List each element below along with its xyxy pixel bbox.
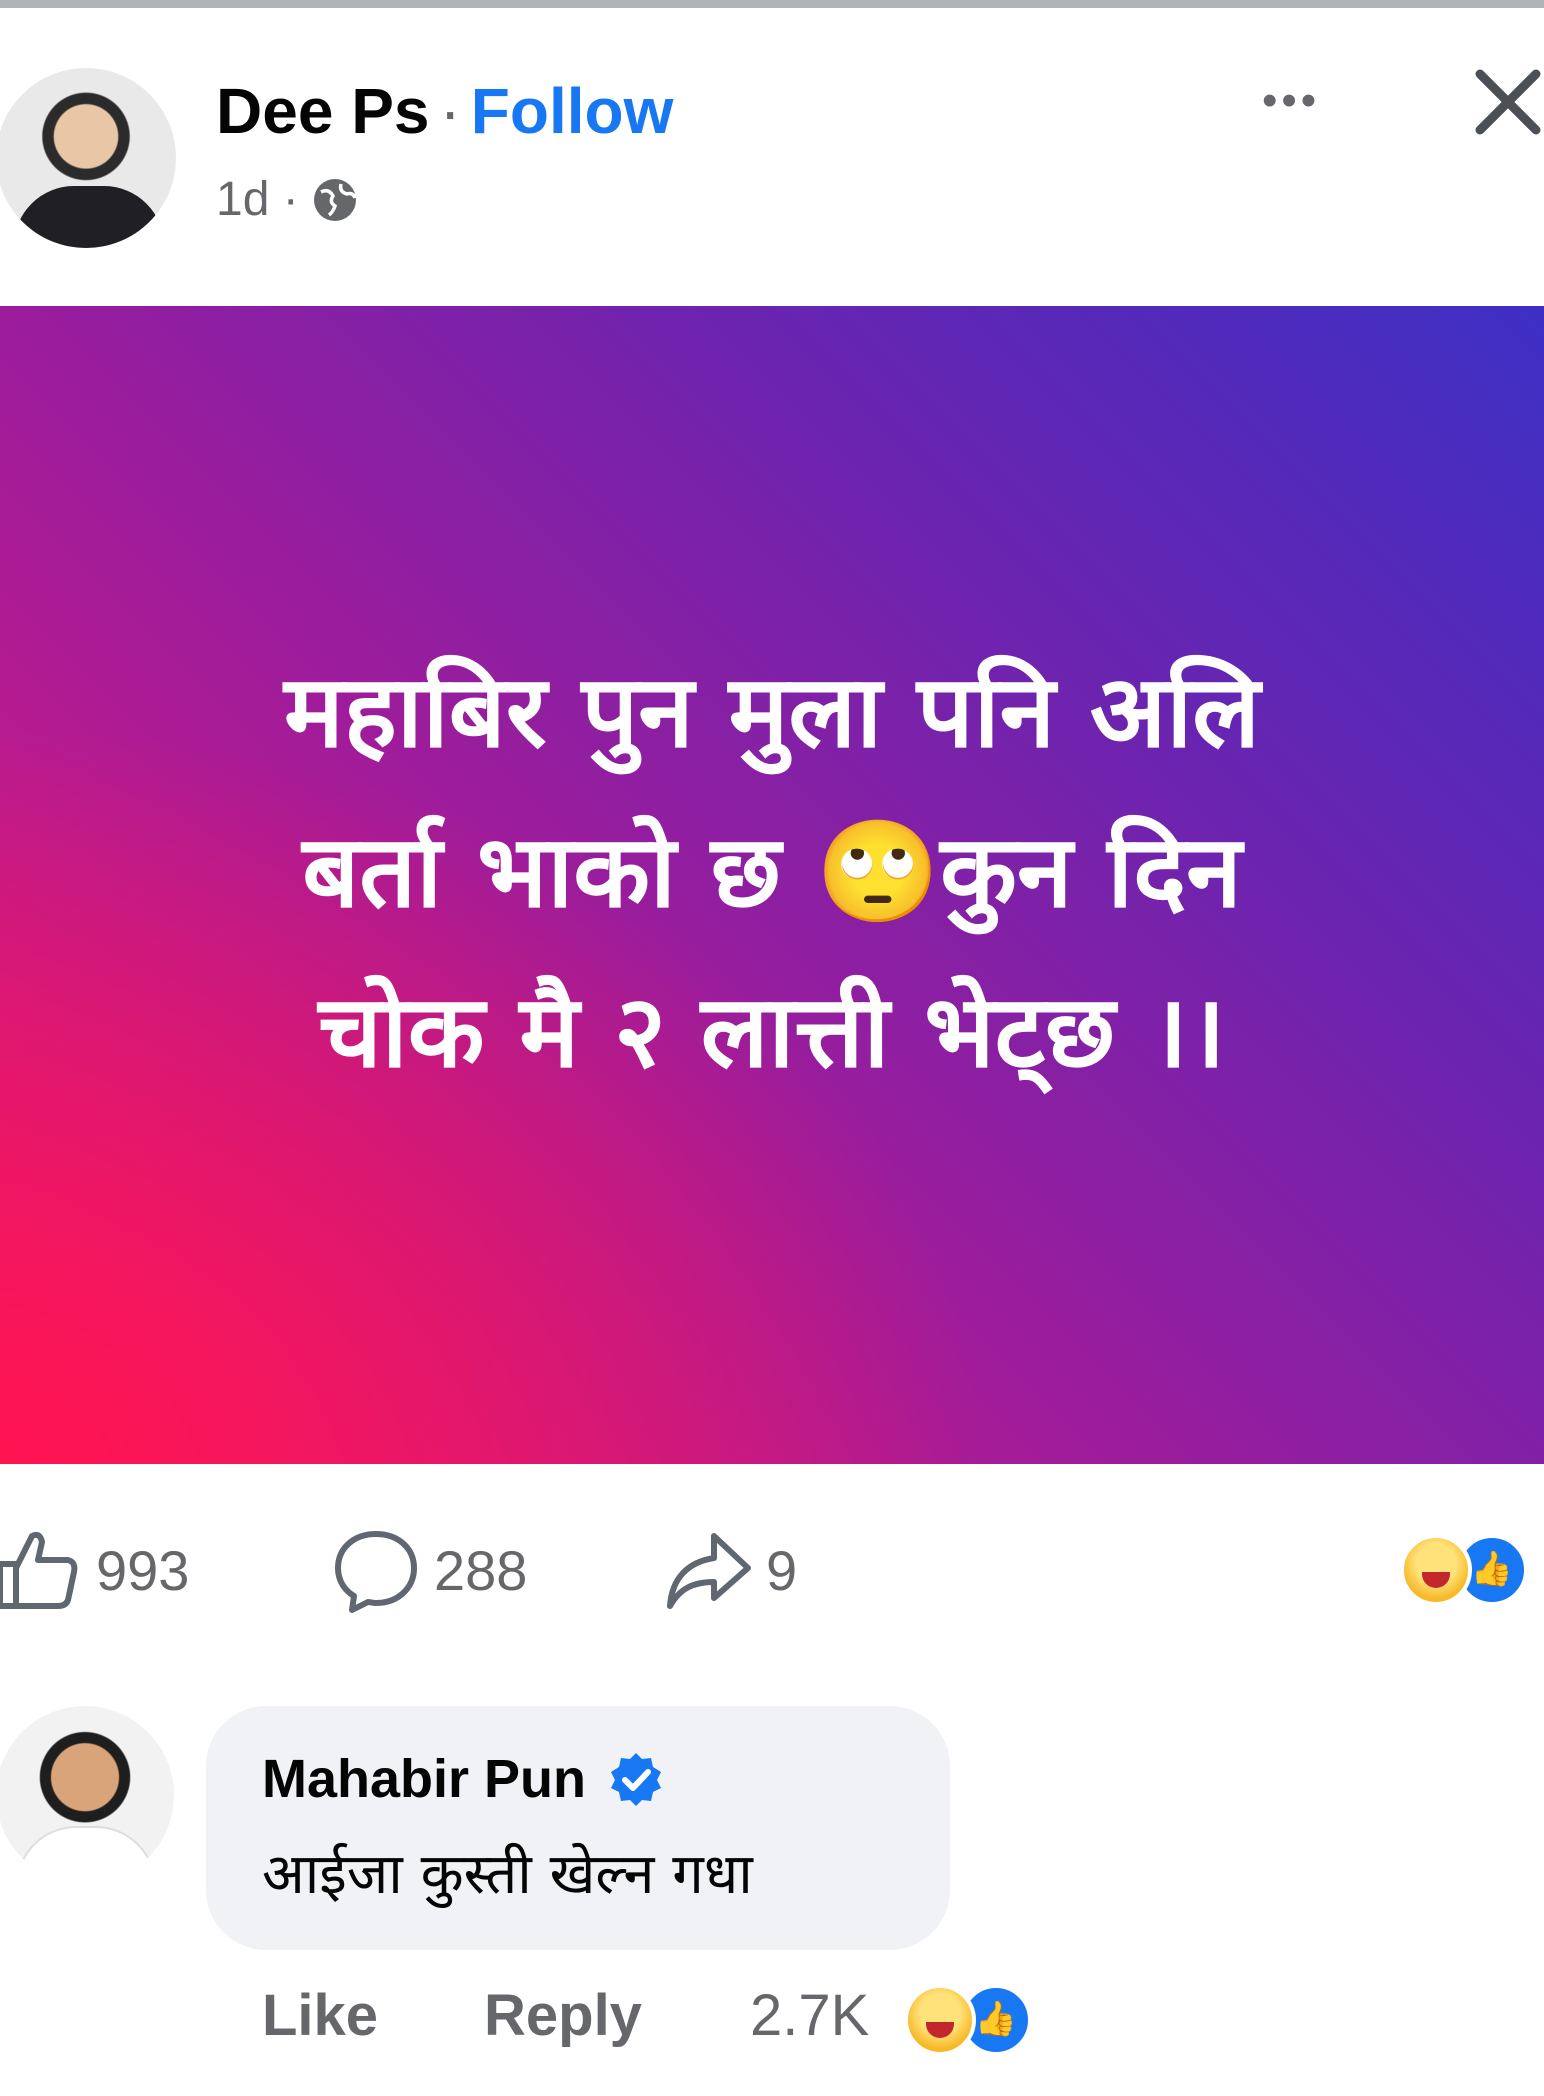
post-time[interactable]: 1d · <box>216 172 299 227</box>
top-divider <box>0 0 1544 8</box>
post-header-title: Dee Ps · Follow <box>216 74 673 148</box>
header-separator: · <box>439 75 461 147</box>
comment-reactions[interactable]: 👍 <box>904 1984 1054 2056</box>
post-text: महाबिर पुन मुला पनि अलि बर्ता भाको छ 🙄कु… <box>0 310 1544 1112</box>
like-stat[interactable]: 993 <box>0 1526 189 1614</box>
post-meta: 1d · <box>216 172 359 227</box>
haha-icon <box>904 1984 976 2056</box>
more-options-icon[interactable]: ••• <box>1262 76 1320 126</box>
comment-text: आईजा कुस्ती खेल्न गधा <box>262 1842 753 1907</box>
author-name[interactable]: Dee Ps <box>216 75 429 147</box>
post-text-line: महाबिर पुन मुला पनि अलि <box>283 653 1261 770</box>
commenter-header: Mahabir Pun <box>262 1748 664 1810</box>
comment-stat[interactable]: 288 <box>332 1526 527 1614</box>
share-icon <box>664 1526 752 1614</box>
post-text-line: बर्ता भाको छ 🙄कुन दिन <box>302 813 1242 930</box>
share-count: 9 <box>766 1538 798 1602</box>
post-text-line: चोक मै २ लात्ती भेट्छ ।। <box>318 973 1226 1090</box>
post-reactions[interactable]: 👍 <box>1400 1534 1544 1606</box>
avatar-shoulders <box>14 186 164 248</box>
share-stat[interactable]: 9 <box>664 1526 797 1614</box>
avatar-shirt <box>16 1826 156 1884</box>
author-avatar[interactable] <box>0 68 176 248</box>
thumbs-up-icon <box>0 1526 82 1614</box>
comment-reaction-count[interactable]: 2.7K <box>750 1982 869 2049</box>
comment-bubble-icon <box>332 1526 420 1614</box>
like-count: 993 <box>96 1538 190 1602</box>
comment-count: 288 <box>434 1538 528 1602</box>
commenter-avatar[interactable] <box>0 1706 174 1884</box>
close-icon[interactable] <box>1472 66 1544 143</box>
comment-reply-button[interactable]: Reply <box>484 1982 642 2049</box>
verified-badge-icon <box>608 1751 664 1807</box>
comment-like-button[interactable]: Like <box>262 1982 378 2049</box>
comment-bubble <box>206 1706 950 1950</box>
globe-icon <box>311 176 359 224</box>
follow-button[interactable]: Follow <box>471 75 674 147</box>
commenter-name[interactable]: Mahabir Pun <box>262 1748 586 1810</box>
haha-icon <box>1400 1534 1472 1606</box>
